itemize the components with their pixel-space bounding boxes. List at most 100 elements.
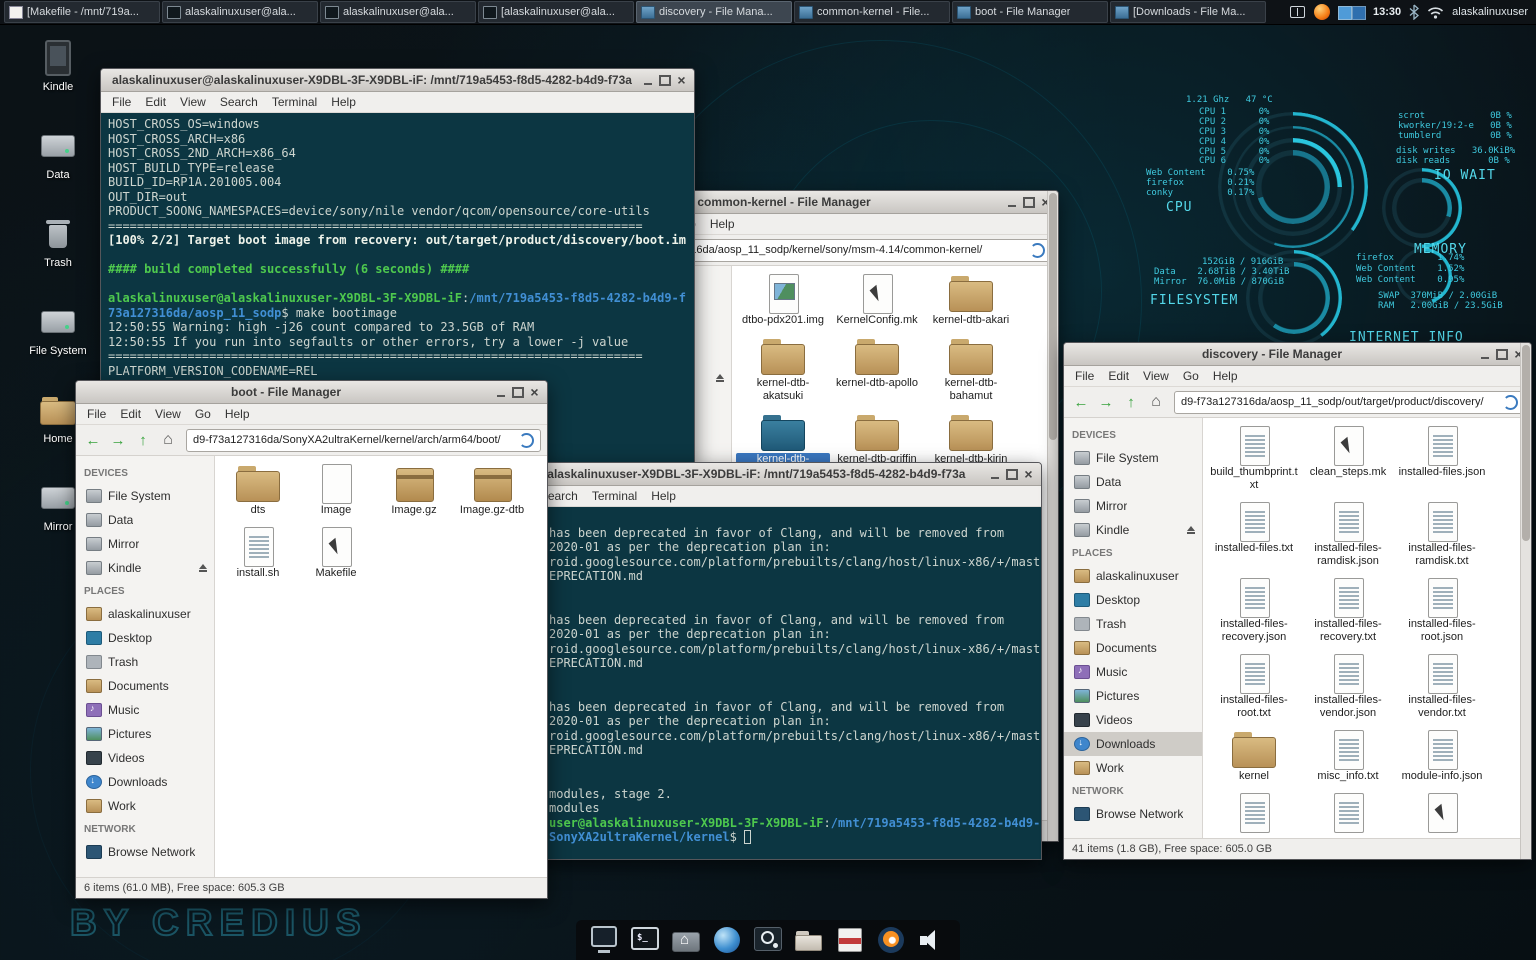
file-installed-files-json[interactable]: installed-files.json <box>1395 426 1489 492</box>
sidebar-item-file-system[interactable]: File System <box>1064 446 1202 470</box>
file-installed-files-recovery-json[interactable]: installed-files-recovery.json <box>1207 578 1301 644</box>
file-install-sh[interactable]: install.sh <box>219 527 297 580</box>
sidebar-item-documents[interactable]: Documents <box>76 674 214 698</box>
sidebar-item-downloads[interactable]: Downloads <box>76 770 214 794</box>
sidebar-item-alaskalinuxuser[interactable]: alaskalinuxuser <box>1064 564 1202 588</box>
path-bar[interactable]: 7316da/aosp_11_sodp/kernel/sony/msm-4.14… <box>671 239 1052 262</box>
eject-icon[interactable] <box>715 374 725 382</box>
desktop-icon-trash[interactable]: Trash <box>26 214 90 302</box>
taskbar-button-makefile-mnt-719a[interactable]: [Makefile - /mnt/719a... <box>4 1 160 23</box>
sidebar-item-pictures[interactable]: Pictures <box>76 722 214 746</box>
menu-edit[interactable]: Edit <box>138 95 173 109</box>
sidebar-item-file-system[interactable]: File System <box>76 484 214 508</box>
file-image-gz[interactable]: Image.gz <box>375 464 453 517</box>
taskbar-button-downloads-file-ma[interactable]: [Downloads - File Ma... <box>1110 1 1266 23</box>
file-kernel[interactable]: kernel <box>1207 730 1301 783</box>
sidebar-item-desktop[interactable]: Desktop <box>1064 588 1202 612</box>
dock-search-icon[interactable] <box>752 924 784 956</box>
home-button[interactable]: ⌂ <box>1145 391 1167 413</box>
menu-file[interactable]: File <box>105 95 138 109</box>
file-installed-files-root-txt[interactable]: installed-files-root.txt <box>1207 654 1301 720</box>
dock-files-icon[interactable] <box>793 924 825 956</box>
file-installed-files-vendor-json[interactable]: installed-files-vendor.json <box>1301 654 1395 720</box>
maximize-button[interactable] <box>509 384 526 400</box>
reload-icon[interactable] <box>519 433 534 448</box>
minimize-button[interactable] <box>1476 346 1493 362</box>
file-item[interactable] <box>1395 793 1489 833</box>
up-button[interactable]: ↑ <box>1120 391 1142 413</box>
titlebar[interactable]: alaskalinuxuser@alaskalinuxuser-X9DBL-3F… <box>101 69 694 92</box>
back-button[interactable]: ← <box>82 429 104 451</box>
menu-search[interactable]: Search <box>213 95 265 109</box>
menu-go[interactable]: Go <box>188 407 218 421</box>
sidebar-item-music[interactable]: Music <box>1064 660 1202 684</box>
maximize-button[interactable] <box>1003 466 1020 482</box>
scrollbar[interactable] <box>1047 266 1058 820</box>
up-button[interactable]: ↑ <box>132 429 154 451</box>
taskbar-button-alaskalinuxuser-ala[interactable]: [alaskalinuxuser@ala... <box>478 1 634 23</box>
menu-view[interactable]: View <box>173 95 213 109</box>
file-installed-files-ramdisk-json[interactable]: installed-files-ramdisk.json <box>1301 502 1395 568</box>
titlebar[interactable]: boot - File Manager × <box>76 381 547 404</box>
sidebar-item-work[interactable]: Work <box>76 794 214 818</box>
file-kernel-dtb-akari[interactable]: kernel-dtb-akari <box>924 274 1018 327</box>
dock-package-icon[interactable] <box>834 924 866 956</box>
menu-go[interactable]: Go <box>1176 369 1206 383</box>
taskbar-button-alaskalinuxuser-ala[interactable]: alaskalinuxuser@ala... <box>320 1 476 23</box>
menu-help[interactable]: Help <box>324 95 363 109</box>
home-button[interactable]: ⌂ <box>157 429 179 451</box>
taskbar-button-common-kernel-file[interactable]: common-kernel - File... <box>794 1 950 23</box>
sidebar-item-kindle[interactable]: Kindle <box>1064 518 1202 542</box>
sidebar-item-pictures[interactable]: Pictures <box>1064 684 1202 708</box>
sidebar-item-mirror[interactable]: Mirror <box>1064 494 1202 518</box>
sidebar-item-trash[interactable]: Trash <box>1064 612 1202 636</box>
maximize-button[interactable] <box>1020 194 1037 210</box>
file-image[interactable]: Image <box>297 464 375 517</box>
dock-terminal-icon[interactable] <box>629 924 661 956</box>
sidebar-item-documents[interactable]: Documents <box>1064 636 1202 660</box>
sidebar-item-downloads[interactable]: Downloads <box>1064 732 1202 756</box>
path-bar[interactable]: d9-f73a127316da/aosp_11_sodp/out/target/… <box>1174 391 1525 414</box>
titlebar[interactable]: discovery - File Manager × <box>1064 343 1531 366</box>
scrollbar[interactable] <box>1520 418 1531 838</box>
menu-help[interactable]: Help <box>703 217 742 231</box>
file-makefile[interactable]: Makefile <box>297 527 375 580</box>
file-module-info-json[interactable]: module-info.json <box>1395 730 1489 783</box>
file-kernelconfig-mk[interactable]: KernelConfig.mk <box>830 274 924 327</box>
sidebar-item-mirror[interactable]: Mirror <box>76 532 214 556</box>
menu-terminal[interactable]: Terminal <box>585 489 644 503</box>
maximize-button[interactable] <box>1493 346 1510 362</box>
menu-terminal[interactable]: Terminal <box>265 95 324 109</box>
desktop-icon-data[interactable]: Data <box>26 126 90 214</box>
display-settings-icon[interactable] <box>1289 5 1306 19</box>
file-installed-files-recovery-txt[interactable]: installed-files-recovery.txt <box>1301 578 1395 644</box>
file-kernel-dtb-apollo[interactable]: kernel-dtb-apollo <box>830 337 924 403</box>
minimize-button[interactable] <box>492 384 509 400</box>
path-bar[interactable]: d9-f73a127316da/SonyXA2ultraKernel/kerne… <box>186 429 541 452</box>
file-kernel-dtb-akatsuki[interactable]: kernel-dtb-akatsuki <box>736 337 830 403</box>
close-button[interactable]: × <box>1020 466 1037 482</box>
file-installed-files-ramdisk-txt[interactable]: installed-files-ramdisk.txt <box>1395 502 1489 568</box>
wifi-icon[interactable] <box>1427 6 1444 19</box>
sidebar-item-desktop[interactable]: Desktop <box>76 626 214 650</box>
taskbar-button-discovery-file-mana[interactable]: discovery - File Mana... <box>636 1 792 23</box>
file-item[interactable] <box>1207 793 1301 833</box>
menu-help[interactable]: Help <box>644 489 683 503</box>
desktop-icon-file-system[interactable]: File System <box>26 302 90 390</box>
reload-icon[interactable] <box>1030 243 1045 258</box>
file-item[interactable] <box>1301 793 1395 833</box>
minimize-button[interactable] <box>986 466 1003 482</box>
file-clean-steps-mk[interactable]: clean_steps.mk <box>1301 426 1395 492</box>
menu-edit[interactable]: Edit <box>1101 369 1136 383</box>
dock-screen-icon[interactable] <box>588 924 620 956</box>
dock-volume-icon[interactable] <box>916 924 948 956</box>
menu-help[interactable]: Help <box>1206 369 1245 383</box>
close-button[interactable]: × <box>673 72 690 88</box>
reload-icon[interactable] <box>1503 395 1518 410</box>
forward-button[interactable]: → <box>107 429 129 451</box>
sidebar-item-work[interactable]: Work <box>1064 756 1202 780</box>
file-installed-files-root-json[interactable]: installed-files-root.json <box>1395 578 1489 644</box>
sidebar-item-videos[interactable]: Videos <box>1064 708 1202 732</box>
sidebar-item-alaskalinuxuser[interactable]: alaskalinuxuser <box>76 602 214 626</box>
dock-blender-icon[interactable] <box>875 924 907 956</box>
